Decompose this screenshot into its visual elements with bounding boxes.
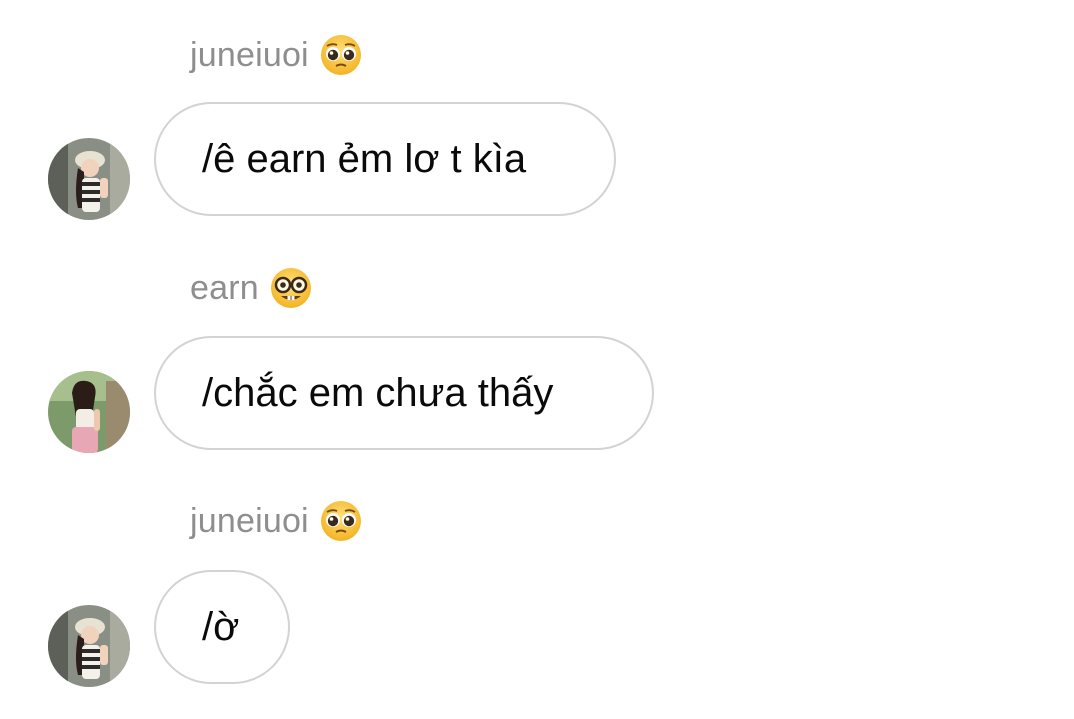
message-bubble[interactable]: /ờ [154, 570, 290, 684]
message-text: /chắc em chưa thấy [202, 370, 554, 415]
pleading-face-icon [319, 499, 363, 543]
avatar[interactable] [48, 371, 130, 453]
sender-name[interactable]: juneiuoi [190, 36, 309, 75]
sender-row: juneiuoi [190, 33, 363, 77]
sender-row: earn [190, 266, 313, 310]
message-text: /ờ [202, 604, 240, 649]
sender-row: juneiuoi [190, 499, 363, 543]
message-text: /ê earn ẻm lơ t kìa [202, 136, 527, 181]
pleading-face-icon [319, 33, 363, 77]
avatar[interactable] [48, 138, 130, 220]
message-bubble[interactable]: /ê earn ẻm lơ t kìa [154, 102, 616, 216]
sender-name[interactable]: juneiuoi [190, 502, 309, 541]
message-bubble[interactable]: /chắc em chưa thấy [154, 336, 654, 450]
avatar[interactable] [48, 605, 130, 687]
sender-name[interactable]: earn [190, 269, 259, 308]
nerd-face-icon [269, 266, 313, 310]
